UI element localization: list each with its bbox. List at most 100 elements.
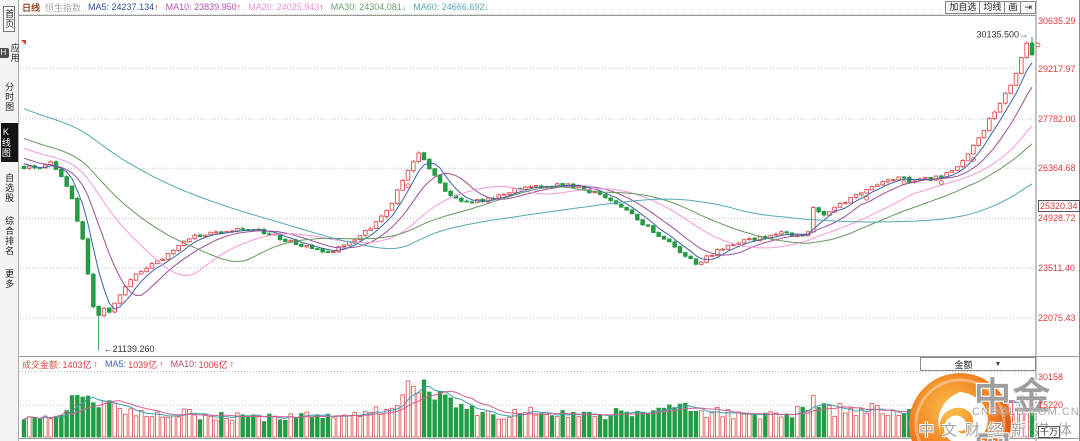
volume-bar — [155, 411, 160, 438]
sidebar-item-watchlist[interactable]: 自选股 — [4, 171, 14, 205]
ma-toggle-button[interactable]: 均线 — [979, 0, 1006, 14]
candle-body — [469, 201, 475, 204]
volume-bar — [112, 402, 117, 438]
volume-bar — [811, 395, 816, 438]
sidebar-item-apps[interactable]: H 应用 — [0, 40, 26, 65]
candle-body — [848, 197, 853, 204]
sidebar-item-more[interactable]: 更多 — [4, 267, 14, 291]
axis-unit-label: 千万 — [1038, 426, 1061, 438]
candle-body — [901, 176, 907, 179]
ma-legend: MA5: 24237.134↑ MA10: 23839.950↑ MA20: 240… — [88, 2, 496, 12]
candle-body — [27, 165, 32, 169]
candle-body — [635, 213, 640, 221]
volume-bar — [699, 410, 704, 438]
volume-bar — [272, 415, 277, 438]
candle-body — [875, 184, 880, 187]
volume-bar — [1024, 398, 1029, 438]
volume-bar — [43, 415, 48, 438]
sidebar-item-ranking[interactable]: 综合排名 — [4, 214, 14, 258]
ma-legend-ma20: MA20: 24025.943↑ — [248, 2, 324, 12]
volume-bar — [160, 416, 165, 438]
chart-canvas[interactable]: 30135.500→ ←21139.260 — [0, 0, 1080, 441]
volume-bar — [757, 418, 763, 438]
volume-bar — [885, 414, 891, 438]
axis-price-label: 26364.68 — [1038, 163, 1076, 174]
volume-bar — [59, 414, 64, 438]
volume-bar — [635, 410, 640, 438]
volume-bar — [208, 415, 213, 438]
volume-bar — [853, 415, 859, 438]
volume-bar — [277, 419, 283, 438]
candle-body — [997, 102, 1003, 113]
candle-body — [741, 239, 747, 244]
draw-button[interactable]: 画 — [1004, 0, 1022, 14]
volume-bar — [405, 380, 411, 438]
volume-bar — [773, 412, 779, 438]
candle-body — [1019, 57, 1024, 74]
candle-body — [315, 248, 320, 251]
axis-price-label: 22075.43 — [1038, 312, 1076, 323]
sidebar-item-kline-chart[interactable]: K线图 — [0, 123, 18, 162]
candle-body — [1029, 42, 1035, 56]
volume-bar — [917, 407, 923, 438]
candle-body — [528, 186, 533, 189]
volume-bar — [251, 414, 256, 438]
volume-bar — [533, 414, 539, 438]
sidebar: 首页 H 应用分时图 K线图自选股综合排名更多 — [0, 0, 26, 441]
up-arrow-icon: ↑ — [154, 2, 159, 12]
volume-bar — [469, 405, 475, 438]
dividend-marker-icon — [1035, 42, 1041, 48]
candle-body — [603, 194, 608, 199]
volume-bar — [805, 409, 811, 438]
candle-body — [80, 221, 85, 240]
volume-ma5-label: MA5: — [105, 359, 127, 369]
candle-body — [139, 270, 144, 275]
volume-bar — [1013, 407, 1019, 438]
add-watchlist-button[interactable]: 加自选 — [945, 0, 981, 14]
candle-body — [992, 111, 997, 119]
candle-body — [69, 185, 75, 200]
volume-bar — [37, 418, 43, 438]
candle-body — [389, 202, 395, 211]
volume-bar — [480, 412, 485, 438]
volume-bar — [576, 416, 581, 438]
volume-bar — [517, 413, 523, 438]
volume-bar — [496, 418, 501, 438]
ma-legend-ma5: MA5: 24237.134↑ — [88, 2, 159, 12]
candle-body — [373, 221, 379, 229]
candle-body — [432, 168, 437, 176]
sidebar-item-time-chart[interactable]: 分时图 — [4, 80, 14, 114]
volume-bar — [555, 416, 560, 438]
candle-body — [437, 174, 443, 184]
symbol-label: 恒生指数 — [45, 2, 82, 13]
amount-dropdown[interactable]: 金额 ▼ — [920, 357, 1036, 371]
period-label: 日线 — [22, 2, 41, 13]
volume-bar — [800, 406, 805, 438]
candle-body — [645, 224, 651, 227]
new-badge-icon — [20, 40, 26, 45]
volume-bar — [795, 405, 800, 438]
volume-label: 成交金额: — [22, 359, 61, 370]
ma-legend-ma60: MA60: 24666.692↓ — [413, 2, 489, 12]
volume-bar — [448, 397, 453, 438]
candle-body — [448, 190, 453, 197]
candle-body — [869, 186, 875, 191]
candle-body — [235, 228, 240, 232]
candle-body — [677, 246, 683, 254]
volume-bar — [725, 409, 731, 438]
sidebar-item-home[interactable]: 首页 — [2, 6, 16, 32]
candle-body — [949, 170, 955, 173]
candle-body — [149, 263, 155, 269]
collapse-panel-icon[interactable]: ⇥ — [1020, 0, 1036, 14]
ma-legend-ma10: MA10: 23839.950↑ — [165, 2, 242, 12]
candle-body — [117, 294, 123, 304]
candle-body — [75, 197, 80, 222]
chevron-down-icon: ▼ — [994, 360, 1002, 368]
candle-body — [85, 238, 91, 275]
candle-body — [891, 179, 896, 182]
volume-bar — [816, 407, 821, 438]
volume-bar — [341, 414, 347, 438]
volume-ma10-value: 1006亿 — [198, 359, 228, 370]
candle-body — [416, 152, 421, 162]
candle-body — [288, 239, 293, 242]
